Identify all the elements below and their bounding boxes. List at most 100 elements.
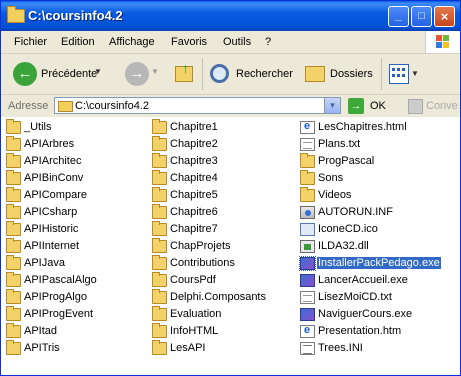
folder-icon — [7, 6, 25, 23]
file-name: APIJava — [24, 257, 65, 269]
views-button[interactable]: ▼ — [387, 60, 419, 88]
file-name: AUTORUN.INF — [318, 206, 393, 218]
file-name: LisezMoiCD.txt — [318, 291, 392, 303]
go-button[interactable]: → OK — [346, 97, 390, 115]
file-name: Contributions — [170, 257, 235, 269]
folder-icon — [152, 306, 167, 321]
folders-icon — [305, 66, 325, 82]
search-label: Rechercher — [236, 68, 293, 80]
file-name: APIInternet — [24, 240, 80, 252]
convert-button[interactable]: Conve — [406, 97, 460, 115]
toolbar-separator — [202, 58, 203, 90]
back-button[interactable]: ← Précédente ▼ — [7, 58, 107, 90]
up-folder-button[interactable]: ↑ — [169, 58, 197, 90]
maximize-button[interactable]: □ — [411, 6, 432, 27]
text-file-icon — [300, 291, 315, 304]
file-name: APIArbres — [24, 138, 75, 150]
windows-logo-icon — [425, 31, 460, 53]
folder-icon — [152, 272, 167, 287]
menu-help[interactable]: ? — [265, 36, 271, 48]
ini-file-icon — [300, 342, 315, 355]
file-name: APIHistoric — [24, 223, 79, 235]
file-name: ChapProjets — [170, 240, 231, 252]
file-name: Trees.INI — [318, 342, 363, 354]
folder-icon — [152, 289, 167, 304]
folder-icon — [152, 340, 167, 355]
file-name: ILDA32.dll — [318, 240, 369, 252]
menu-fichier[interactable]: Fichier — [14, 36, 47, 48]
executable-icon — [300, 274, 315, 287]
file-name: ProgPascal — [318, 155, 375, 167]
menu-outils[interactable]: Outils — [223, 36, 251, 48]
folder-icon — [152, 170, 167, 185]
toolbar: ← Précédente ▼ → ▼ ↑ Rechercher Dossiers — [1, 54, 460, 95]
search-icon — [210, 64, 229, 83]
file-name: APIPascalAlgo — [24, 274, 97, 286]
convert-icon — [408, 99, 423, 114]
file-name: LesAPI — [170, 342, 206, 354]
file-name: APIBinConv — [24, 172, 84, 184]
folder-icon — [6, 187, 21, 202]
file-name: InstallerPackPedago.exe — [317, 257, 441, 269]
file-name: Chapitre4 — [170, 172, 218, 184]
file-name: Evaluation — [170, 308, 222, 320]
file-name: APIArchitec — [24, 155, 82, 167]
file-name: Chapitre2 — [170, 138, 218, 150]
file-name: APITris — [24, 342, 60, 354]
file-name: Videos — [318, 189, 352, 201]
menu-edition[interactable]: Edition — [61, 36, 95, 48]
file-name: Delphi.Composants — [170, 291, 266, 303]
toolbar-separator — [381, 58, 382, 90]
address-input[interactable]: C:\coursinfo4.2 ▼ — [54, 97, 341, 114]
folder-icon — [152, 221, 167, 236]
views-icon — [389, 64, 409, 84]
folder-icon — [6, 119, 21, 134]
folder-icon — [6, 170, 21, 185]
forward-button[interactable]: → ▼ — [121, 58, 159, 90]
search-button[interactable]: Rechercher — [206, 58, 294, 90]
menu-affichage[interactable]: Affichage — [109, 36, 155, 48]
folder-icon — [152, 238, 167, 253]
html-file-icon — [300, 324, 315, 338]
file-name: Chapitre5 — [170, 189, 218, 201]
folder-icon — [6, 323, 21, 338]
close-button[interactable]: × — [434, 6, 455, 27]
menu-bar: Fichier Edition Affichage Favoris Outils… — [1, 31, 460, 54]
file-name: CoursPdf — [170, 274, 216, 286]
minimize-button[interactable]: _ — [388, 6, 409, 27]
text-file-icon — [300, 138, 315, 151]
folder-icon — [6, 272, 21, 287]
file-name: APIProgAlgo — [24, 291, 87, 303]
chevron-down-icon: ▼ — [411, 69, 419, 78]
file-name: APICsharp — [24, 206, 78, 218]
file-name: APICompare — [24, 189, 87, 201]
file-name: IconeCD.ico — [318, 223, 378, 235]
folder-icon — [300, 187, 315, 202]
file-name: Chapitre1 — [170, 121, 218, 133]
up-arrow-icon: ↑ — [182, 60, 189, 76]
address-dropdown-button[interactable]: ▼ — [324, 98, 340, 113]
back-arrow-icon: ← — [13, 62, 37, 86]
folders-button[interactable]: Dossiers — [301, 58, 375, 90]
chevron-down-icon: ▼ — [151, 67, 159, 76]
chevron-down-icon: ▼ — [94, 67, 102, 76]
folder-icon — [152, 136, 167, 151]
menu-favoris[interactable]: Favoris — [171, 36, 207, 48]
file-name: Chapitre3 — [170, 155, 218, 167]
window-title: C:\coursinfo4.2 — [28, 8, 123, 23]
folder-icon — [6, 255, 21, 270]
file-name: Sons — [318, 172, 344, 184]
html-file-icon — [300, 120, 315, 134]
explorer-window: C:\coursinfo4.2 _ □ × Fichier Edition Af… — [0, 0, 461, 376]
setup-file-icon — [300, 206, 315, 219]
go-arrow-icon: → — [348, 98, 364, 114]
folder-icon — [152, 119, 167, 134]
folder-icon — [152, 187, 167, 202]
file-name: APItad — [24, 325, 58, 337]
folder-icon — [58, 101, 73, 112]
address-value: C:\coursinfo4.2 — [75, 100, 149, 112]
title-bar[interactable]: C:\coursinfo4.2 _ □ × — [1, 1, 460, 31]
folder-icon — [6, 153, 21, 168]
folder-icon — [6, 204, 21, 219]
folders-label: Dossiers — [330, 68, 373, 80]
